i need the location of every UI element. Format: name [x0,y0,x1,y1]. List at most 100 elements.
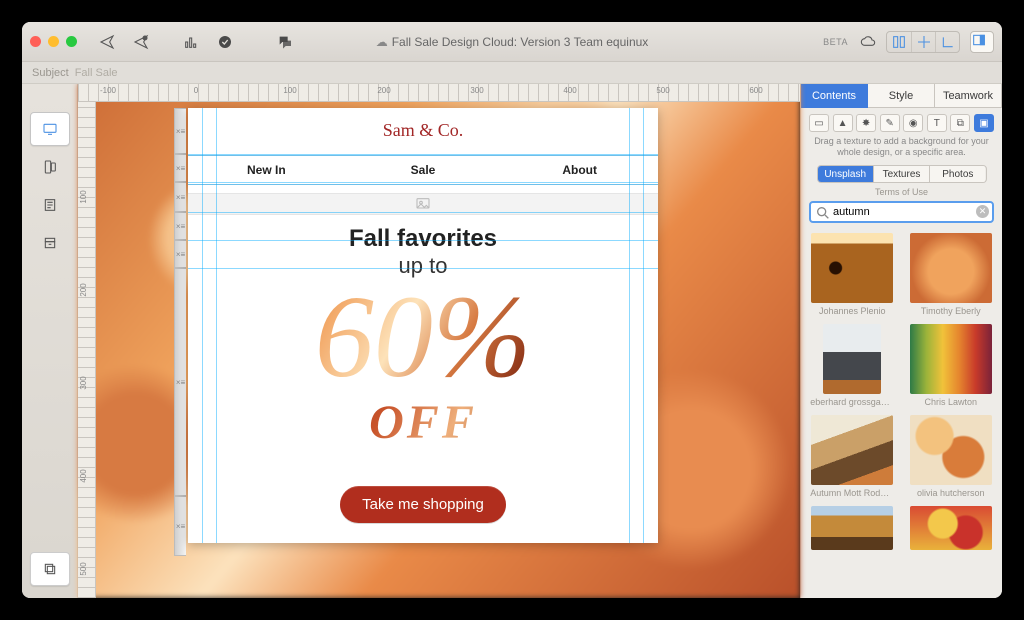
attribution: Timothy Eberly [921,306,981,316]
source-textures[interactable]: Textures [873,166,929,182]
app-window: ☁︎Fall Sale Design Cloud: Version 3 Team… [22,22,1002,598]
layout-corner-icon[interactable] [935,32,959,52]
zoom-window-button[interactable] [66,36,77,47]
block-handle[interactable]: ×≡ [174,182,186,212]
layers-button[interactable] [30,552,70,586]
canvas[interactable]: -100 0 100 200 300 400 500 600 100 200 3… [78,84,800,598]
result-item[interactable]: olivia hutcherson [908,415,995,504]
send-icon[interactable] [97,32,117,52]
block-handle[interactable]: ×≡ [174,154,186,182]
block-handle[interactable]: ×≡ [174,240,186,268]
result-thumb [811,415,893,485]
result-item[interactable]: Autumn Mott Rodeheav [809,415,896,504]
block-handle[interactable]: ×≡ [174,108,186,154]
subject-value: Fall Sale [75,67,118,79]
minimize-window-button[interactable] [48,36,59,47]
percent-text[interactable]: 60% [188,281,658,395]
result-thumb [910,324,992,394]
tab-style[interactable]: Style [868,84,935,108]
result-item[interactable]: Timothy Eberly [908,233,995,322]
content-image-icon[interactable]: ▣ [974,114,994,132]
result-thumb [910,506,992,550]
source-photos[interactable]: Photos [929,166,985,182]
analytics-icon[interactable] [181,32,201,52]
search-input[interactable] [809,201,994,223]
result-item[interactable] [908,506,995,550]
result-thumb [910,415,992,485]
headline[interactable]: Fall favorites [188,215,658,253]
nav-link[interactable]: New In [188,156,345,184]
source-segmented: Unsplash Textures Photos [817,165,987,183]
result-thumb [823,324,881,394]
content-type-row: ▭ ▲ ✸ ✎ ◉ T ⧉ ▣ [801,108,1002,136]
subject-bar[interactable]: Subject Fall Sale [22,62,1002,84]
result-thumb [910,233,992,303]
block-handle[interactable]: ×≡ [174,496,186,556]
archive-view-button[interactable] [30,226,70,260]
content-burst-icon[interactable]: ✸ [856,114,876,132]
cloud-icon: ☁︎ [376,35,388,49]
result-item[interactable] [809,506,896,550]
text-view-button[interactable] [30,188,70,222]
clear-search-button[interactable]: ✕ [976,205,989,218]
cta-button[interactable]: Take me shopping [340,486,506,523]
main-area: -100 0 100 200 300 400 500 600 100 200 3… [22,84,1002,598]
result-item[interactable]: Johannes Plenio [809,233,896,322]
off-text[interactable]: OFF [188,395,658,468]
check-icon[interactable] [215,32,235,52]
inspector-tabs: Contents Style Teamwork [801,84,1002,108]
nav-link[interactable]: Sale [345,156,502,184]
result-thumb [811,506,893,550]
attribution: eberhard grossgasteig [810,397,894,407]
device-mobile-button[interactable] [30,150,70,184]
block-handle[interactable]: ×≡ [174,268,186,496]
content-brush-icon[interactable]: ✎ [880,114,900,132]
brand-heading[interactable]: Sam & Co. [188,108,658,155]
content-shape-icon[interactable]: ▲ [833,114,853,132]
content-text-icon[interactable]: T [927,114,947,132]
block-handles: ×≡ ×≡ ×≡ ×≡ ×≡ ×≡ ×≡ [174,108,186,556]
comments-icon[interactable] [275,32,295,52]
source-unsplash[interactable]: Unsplash [818,166,873,182]
image-icon [415,196,431,212]
content-rect-icon[interactable]: ▭ [809,114,829,132]
send-test-icon[interactable] [131,32,151,52]
nav-link[interactable]: About [501,156,658,184]
cloud-sync-icon[interactable] [860,34,876,50]
search-field[interactable]: ✕ [809,201,994,223]
subject-label: Subject [32,67,69,79]
content-crop-icon[interactable]: ⧉ [950,114,970,132]
result-thumb [811,233,893,303]
image-placeholder[interactable] [188,193,658,215]
block-handle[interactable]: ×≡ [174,212,186,240]
design-page[interactable]: Sam & Co. New In Sale About Fall favorit… [188,108,658,543]
window-controls [30,36,77,47]
beta-badge: BETA [823,37,848,47]
titlebar: ☁︎Fall Sale Design Cloud: Version 3 Team… [22,22,1002,62]
device-desktop-button[interactable] [30,112,70,146]
results-grid[interactable]: Johannes Plenio Timothy Eberly eberhard … [801,229,1002,599]
nav-row: New In Sale About [188,155,658,185]
tab-teamwork[interactable]: Teamwork [935,84,1002,108]
search-icon [815,205,831,221]
result-item[interactable]: Chris Lawton [908,324,995,413]
terms-link[interactable]: Terms of Use [801,187,1002,197]
attribution: Johannes Plenio [819,306,886,316]
hint-text: Drag a texture to add a background for y… [801,136,1002,165]
inspector-panel: Contents Style Teamwork ▭ ▲ ✸ ✎ ◉ T ⧉ ▣ … [800,84,1002,598]
result-item[interactable]: eberhard grossgasteig [809,324,896,413]
toolbar-right: BETA [823,31,994,53]
layout-guides-icon[interactable] [911,32,935,52]
toolbar-left [97,32,295,52]
inspector-toggle-icon[interactable] [970,31,994,53]
attribution: olivia hutcherson [917,488,985,498]
attribution: Chris Lawton [924,397,977,407]
layout-mode-segmented[interactable] [886,31,960,53]
layout-columns-icon[interactable] [887,32,911,52]
tab-contents[interactable]: Contents [801,84,868,108]
close-window-button[interactable] [30,36,41,47]
ruler-vertical[interactable]: 100 200 300 400 500 [78,102,96,598]
ruler-horizontal[interactable]: -100 0 100 200 300 400 500 600 [78,84,800,102]
attribution: Autumn Mott Rodeheav [810,488,894,498]
content-camera-icon[interactable]: ◉ [903,114,923,132]
